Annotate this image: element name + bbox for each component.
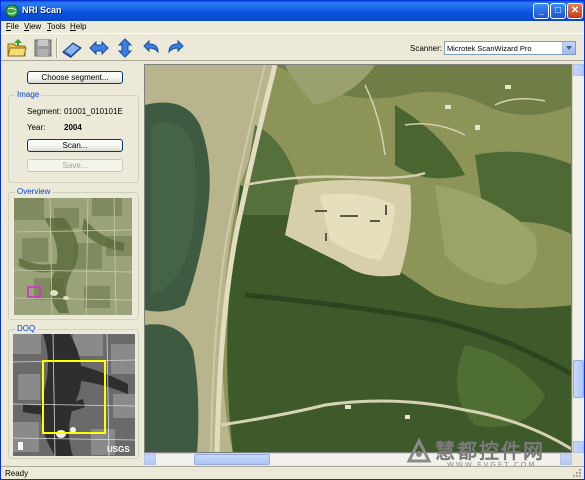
overview-group: Overview: [8, 187, 139, 320]
scan-button[interactable]: Scan...: [27, 139, 123, 152]
toolbar-separator: [56, 38, 58, 58]
menu-bar: File View Tools Help: [1, 21, 584, 33]
doq-title: DOQ: [15, 324, 38, 333]
chevron-down-icon[interactable]: [562, 42, 575, 54]
app-globe-icon: [5, 4, 19, 18]
segment-label: Segment:: [27, 107, 62, 116]
vertical-scroll-thumb[interactable]: [573, 360, 584, 398]
horizontal-resize-icon[interactable]: [88, 37, 110, 59]
vertical-resize-icon[interactable]: [114, 37, 136, 59]
usgs-label: USGS: [107, 445, 130, 454]
watermark-text: 慧都控件网: [435, 439, 545, 463]
scroll-up-button[interactable]: [573, 64, 584, 76]
minimize-button[interactable]: _: [533, 3, 549, 19]
undo-icon[interactable]: [140, 37, 162, 59]
overview-map[interactable]: [14, 198, 132, 315]
image-group: Image Segment: 01001_010101E Year: 2004 …: [8, 90, 139, 183]
watermark-logo-icon: [406, 437, 432, 463]
resize-grip-icon[interactable]: [572, 468, 582, 478]
menu-help[interactable]: Help: [70, 22, 86, 31]
app-window: NRI Scan _ □ ✕ File View Tools Help Scan…: [0, 0, 585, 480]
menu-file[interactable]: File: [6, 22, 19, 31]
save-button[interactable]: Save...: [27, 159, 123, 172]
vertical-scrollbar[interactable]: [572, 64, 584, 453]
toolbar: Scanner: Microtek ScanWizard Pro: [1, 33, 584, 61]
doq-group: DOQ USGS: [8, 324, 139, 459]
save-disk-icon[interactable]: [32, 37, 54, 59]
aerial-photo[interactable]: [145, 65, 572, 453]
close-button[interactable]: ✕: [567, 3, 583, 19]
status-bar: Ready: [1, 466, 584, 479]
image-group-title: Image: [15, 90, 42, 99]
segment-value: 01001_010101E: [64, 107, 123, 116]
scroll-left-button[interactable]: [144, 454, 156, 465]
aerial-image-view[interactable]: [144, 64, 572, 453]
status-text: Ready: [5, 469, 29, 478]
window-title: NRI Scan: [22, 5, 62, 15]
open-folder-icon[interactable]: [6, 37, 28, 59]
scanner-label: Scanner:: [410, 44, 443, 53]
scanner-select[interactable]: Microtek ScanWizard Pro: [444, 41, 576, 55]
year-value: 2004: [64, 123, 82, 132]
overview-title: Overview: [15, 187, 53, 196]
redo-icon[interactable]: [165, 37, 187, 59]
choose-segment-button[interactable]: Choose segment...: [27, 71, 123, 84]
scan-icon[interactable]: [61, 37, 83, 59]
title-bar[interactable]: NRI Scan _ □ ✕: [1, 1, 584, 21]
doq-map[interactable]: USGS: [13, 334, 135, 456]
maximize-button[interactable]: □: [550, 3, 566, 19]
menu-tools[interactable]: Tools: [47, 22, 66, 31]
left-panel: Choose segment... Image Segment: 01001_0…: [5, 64, 141, 462]
year-label: Year:: [27, 123, 46, 132]
scanner-select-value: Microtek ScanWizard Pro: [447, 44, 532, 53]
menu-view[interactable]: View: [24, 22, 41, 31]
horizontal-scroll-thumb[interactable]: [194, 454, 270, 465]
